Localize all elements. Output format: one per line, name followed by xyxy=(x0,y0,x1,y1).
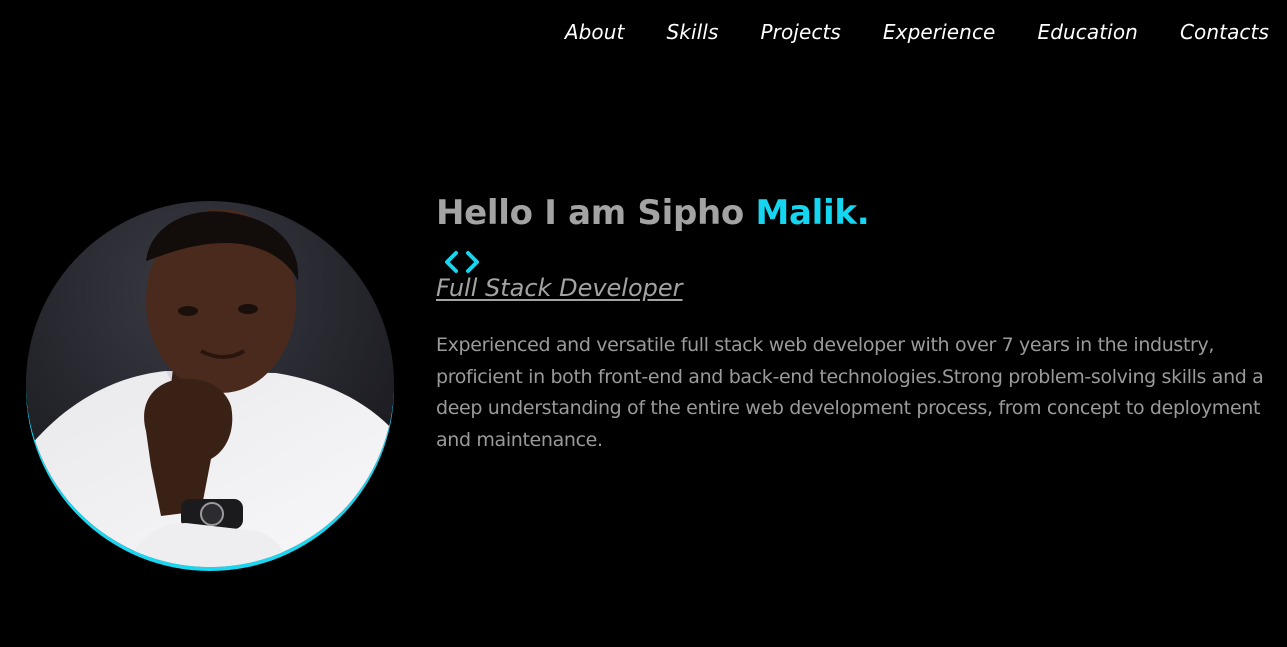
nav-link-projects[interactable]: Projects xyxy=(760,20,840,44)
hero-section: Hello I am Sipho Malik. Full Stack Devel… xyxy=(436,190,1276,456)
portrait-illustration xyxy=(26,201,394,567)
nav-link-about[interactable]: About xyxy=(565,20,625,44)
hero-greeting: Hello I am Sipho xyxy=(436,193,756,233)
nav-link-skills[interactable]: Skills xyxy=(667,20,719,44)
code-brackets-icon xyxy=(442,248,1276,276)
nav-link-education[interactable]: Education xyxy=(1037,20,1137,44)
bio-paragraph: Experienced and versatile full stack web… xyxy=(436,334,1264,451)
hero-name-accent: Malik. xyxy=(755,193,870,233)
hero-heading: Hello I am Sipho Malik. xyxy=(436,190,1276,236)
nav-link-experience[interactable]: Experience xyxy=(883,20,996,44)
main-nav: About Skills Projects Experience Educati… xyxy=(565,20,1269,44)
role-title: Full Stack Developer xyxy=(436,274,683,302)
nav-link-contacts[interactable]: Contacts xyxy=(1180,20,1269,44)
profile-photo xyxy=(26,201,394,567)
